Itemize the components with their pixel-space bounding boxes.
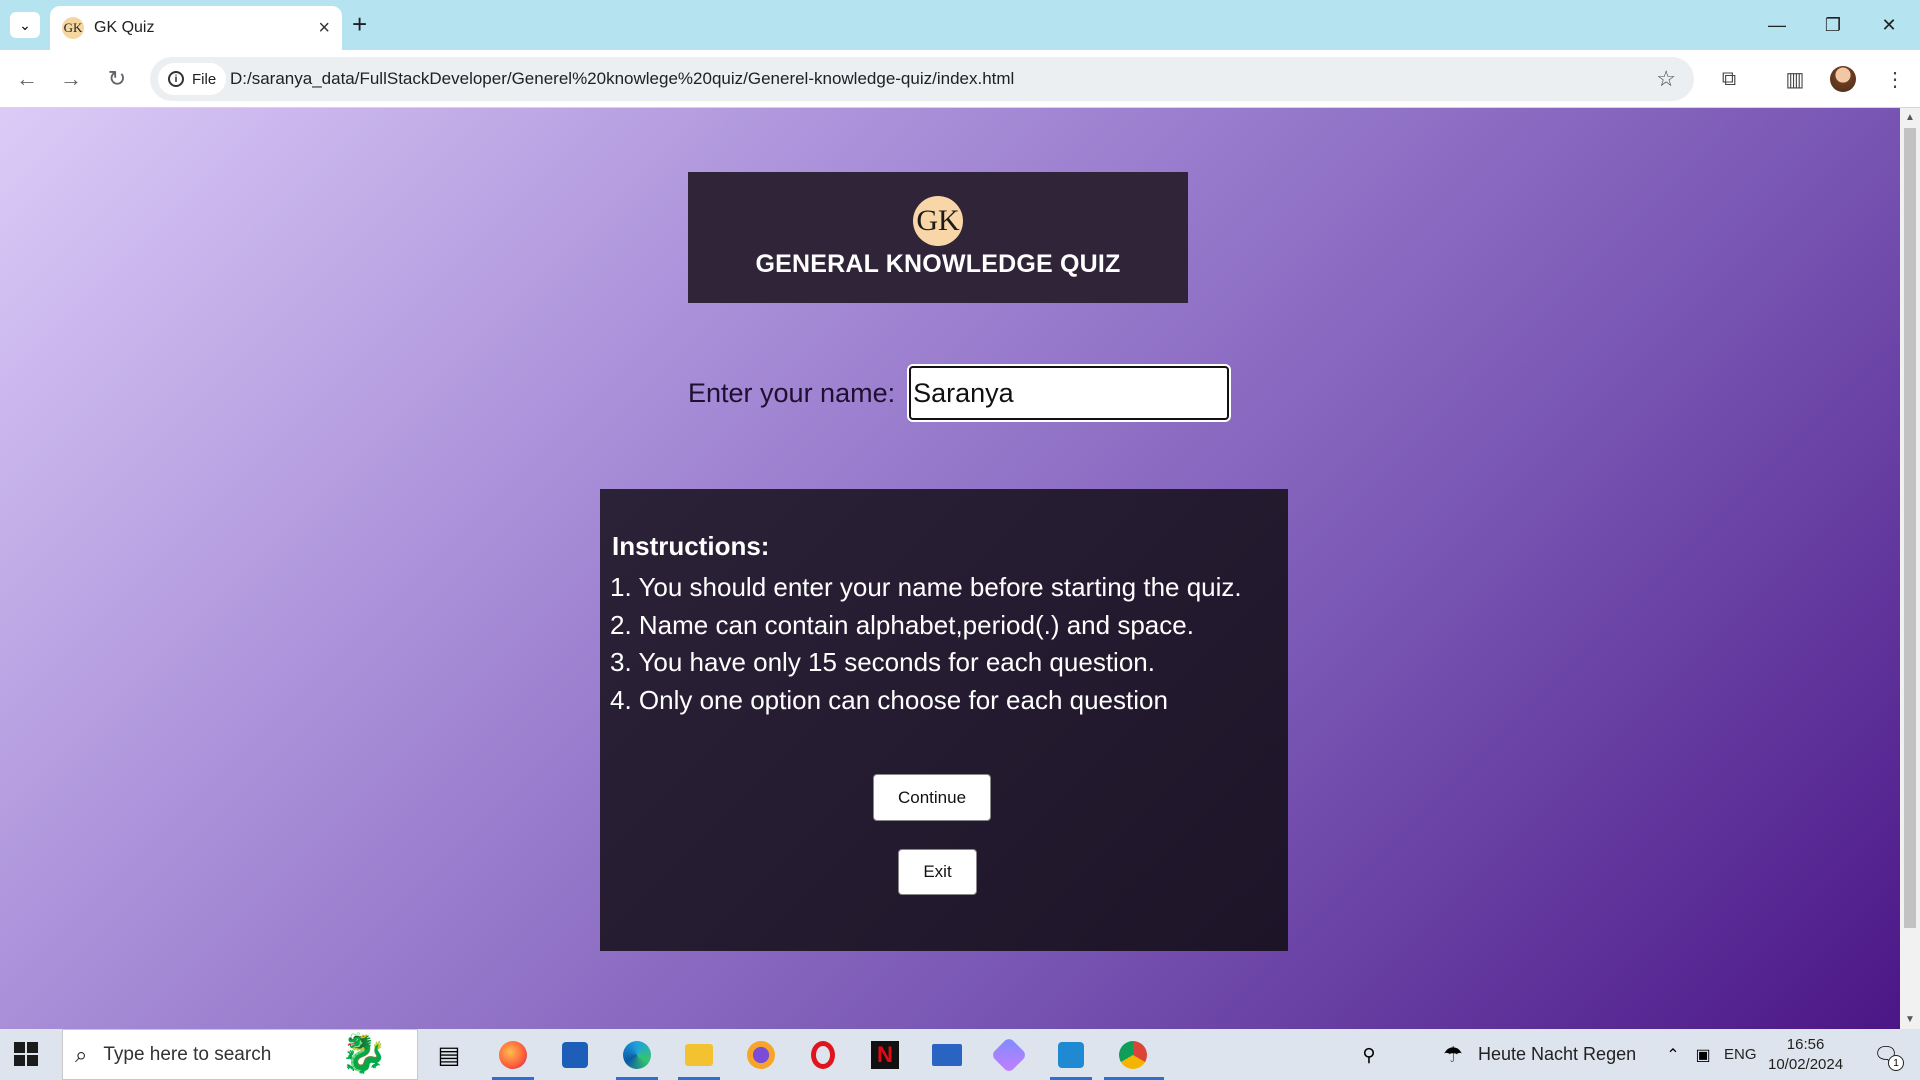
- back-arrow-icon[interactable]: ←: [12, 64, 42, 94]
- exit-button[interactable]: Exit: [898, 849, 977, 895]
- scroll-up-arrow-icon[interactable]: ▲: [1905, 112, 1915, 123]
- instructions-panel: Instructions: 1. You should enter your n…: [600, 489, 1288, 951]
- browser-toolbar: ← → ↻ i File D:/saranya_data/FullStackDe…: [0, 50, 1920, 108]
- windows-taskbar: ⌕ Type here to search 🐉 ▤ N ⚲ ☂ Heute Na…: [0, 1029, 1920, 1080]
- kebab-menu-icon[interactable]: ⋮: [1880, 64, 1910, 94]
- weather-text[interactable]: Heute Nacht Regen: [1478, 1044, 1636, 1065]
- extensions-icon[interactable]: ⧉: [1714, 64, 1744, 94]
- task-view-icon[interactable]: ▤: [432, 1038, 466, 1072]
- restore-icon[interactable]: ❐: [1810, 8, 1856, 42]
- page-viewport: GK GENERAL KNOWLEDGE QUIZ Enter your nam…: [0, 108, 1920, 1029]
- copilot-icon[interactable]: [990, 1036, 1028, 1074]
- instructions-heading: Instructions:: [612, 531, 770, 561]
- scrollbar-thumb[interactable]: [1904, 128, 1916, 928]
- name-input[interactable]: [909, 366, 1230, 420]
- continue-button[interactable]: Continue: [873, 774, 991, 821]
- browser-tab-bar: ⌄ GK GK Quiz × + — ❐ ✕: [0, 0, 1920, 50]
- store-icon[interactable]: [558, 1038, 592, 1072]
- vpn-icon[interactable]: [744, 1038, 778, 1072]
- vscode-icon[interactable]: [1054, 1038, 1088, 1072]
- file-explorer-icon[interactable]: [682, 1038, 716, 1072]
- instructions-list: 1. You should enter your name before sta…: [610, 569, 1242, 719]
- notification-badge: 1: [1888, 1055, 1904, 1071]
- windows-start-icon[interactable]: [14, 1042, 38, 1066]
- gk-logo: GK: [913, 196, 963, 246]
- clock-time: 16:56: [1786, 1036, 1825, 1053]
- name-form: Enter your name:: [688, 366, 1230, 420]
- page-scrollbar[interactable]: ▲ ▼: [1900, 108, 1920, 1029]
- info-icon: i: [168, 71, 184, 87]
- tab-favicon-icon: GK: [62, 17, 84, 39]
- quiz-header: GK GENERAL KNOWLEDGE QUIZ: [688, 172, 1188, 303]
- minimize-icon[interactable]: —: [1754, 8, 1800, 42]
- bookmark-star-icon[interactable]: ☆: [1656, 66, 1676, 92]
- reload-icon[interactable]: ↻: [102, 64, 132, 94]
- new-tab-icon[interactable]: +: [352, 11, 367, 37]
- mail-icon[interactable]: [930, 1038, 964, 1072]
- site-info-chip[interactable]: i File: [158, 63, 227, 95]
- language-indicator[interactable]: ENG: [1724, 1046, 1757, 1063]
- instruction-item: 2. Name can contain alphabet,period(.) a…: [610, 609, 1194, 640]
- site-info-label: File: [192, 70, 217, 88]
- edge-icon[interactable]: [620, 1038, 654, 1072]
- chrome-icon[interactable]: [1116, 1038, 1150, 1072]
- address-bar[interactable]: i File D:/saranya_data/FullStackDevelope…: [150, 57, 1694, 101]
- weather-rain-icon[interactable]: ☂: [1436, 1038, 1470, 1072]
- url-text[interactable]: D:/saranya_data/FullStackDeveloper/Gener…: [230, 69, 1014, 89]
- scroll-down-arrow-icon[interactable]: ▼: [1905, 1014, 1915, 1025]
- netflix-icon[interactable]: N: [868, 1038, 902, 1072]
- instruction-item: 3. You have only 15 seconds for each que…: [610, 647, 1155, 677]
- clock-date: 10/02/2024: [1768, 1056, 1844, 1073]
- tab-search-button[interactable]: ⌄: [10, 12, 40, 38]
- search-icon: ⌕: [75, 1041, 88, 1067]
- tab-title: GK Quiz: [94, 19, 155, 36]
- chevron-up-icon[interactable]: ⌃: [1656, 1038, 1690, 1072]
- network-icon[interactable]: ▣: [1686, 1038, 1720, 1072]
- browser-tab[interactable]: GK GK Quiz ×: [50, 6, 342, 50]
- profile-avatar[interactable]: [1830, 66, 1856, 92]
- name-label: Enter your name:: [688, 377, 896, 408]
- taskbar-clock[interactable]: 16:56 10/02/2024: [1768, 1035, 1843, 1075]
- page-title: GENERAL KNOWLEDGE QUIZ: [755, 250, 1121, 278]
- chevron-down-icon: ⌄: [19, 16, 31, 33]
- close-tab-icon[interactable]: ×: [318, 17, 330, 40]
- forward-arrow-icon[interactable]: →: [56, 64, 86, 94]
- firefox-icon[interactable]: [496, 1038, 530, 1072]
- notification-icon[interactable]: 🗨 1: [1872, 1041, 1904, 1071]
- search-placeholder: Type here to search: [103, 1043, 272, 1065]
- side-panel-icon[interactable]: ▥: [1780, 64, 1810, 94]
- instruction-item: 4. Only one option can choose for each q…: [610, 684, 1168, 715]
- instruction-item: 1. You should enter your name before sta…: [610, 572, 1242, 602]
- people-icon[interactable]: ⚲: [1352, 1038, 1386, 1072]
- dragon-search-highlight-icon[interactable]: 🐉: [340, 1031, 402, 1077]
- opera-icon[interactable]: [806, 1038, 840, 1072]
- close-window-icon[interactable]: ✕: [1866, 8, 1912, 42]
